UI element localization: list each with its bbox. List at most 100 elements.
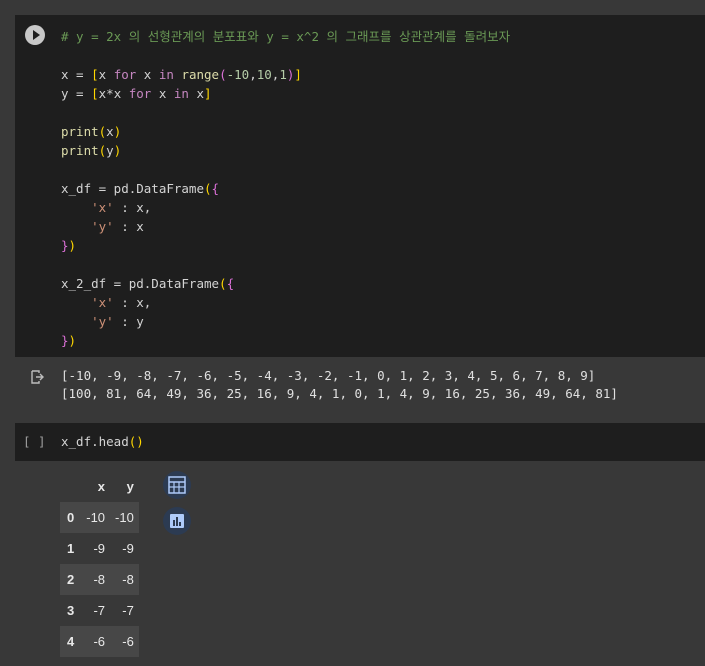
code-token: {: [211, 181, 220, 196]
code-token: ): [113, 143, 122, 158]
row-index: 4: [67, 634, 75, 649]
code-token: 'y': [91, 314, 114, 329]
code-token: ): [68, 238, 77, 253]
code-token: x =: [61, 67, 92, 82]
suggest-charts-button[interactable]: [163, 507, 191, 535]
cell-y: -7: [122, 603, 134, 618]
code-text: x_df.head: [61, 434, 129, 449]
code-token: ,: [249, 67, 257, 82]
code-token: 10: [256, 67, 272, 82]
code-cell-1[interactable]: # y = 2x 의 선형관계의 분포표와 y = x^2 의 그래프를 상관관…: [15, 15, 705, 357]
code-token: (: [204, 181, 212, 196]
row-index: 2: [67, 572, 75, 587]
table-icon: [168, 476, 186, 494]
code-token: : x: [113, 219, 144, 234]
code-token: # y = 2x 의 선형관계의 분포표와 y = x^2 의 그래프를 상관관…: [61, 29, 511, 44]
cell-x: -10: [86, 510, 106, 525]
code-token: x_2_df = pd.DataFrame: [61, 276, 220, 291]
code-token: print: [61, 143, 99, 158]
code-token: in: [158, 67, 174, 82]
index-header: [60, 471, 82, 502]
code-token: y =: [61, 86, 92, 101]
table-header-row: x y: [60, 471, 139, 502]
code-token: (: [219, 67, 227, 82]
code-token: in: [173, 86, 189, 101]
code-line: 'x' : x,: [61, 198, 510, 217]
code-token: : x,: [113, 295, 152, 310]
code-token: x*x: [98, 86, 129, 101]
code-token: [: [91, 67, 99, 82]
code-line: x_2_df = pd.DataFrame({: [61, 274, 510, 293]
table-row: 1 -9 -9: [60, 533, 139, 564]
convert-to-interactive-table-button[interactable]: [163, 471, 191, 499]
code-token: 'y': [91, 219, 114, 234]
code-editor-2[interactable]: x_df.head(): [61, 434, 144, 449]
cell-x: -6: [93, 634, 106, 649]
cell-y: -10: [115, 510, 134, 525]
code-token: for: [128, 86, 152, 101]
code-token: {: [226, 276, 235, 291]
cell-output: [-10, -9, -8, -7, -6, -5, -4, -3, -2, -1…: [15, 360, 705, 420]
row-index: 3: [67, 603, 75, 618]
bar-chart-icon: [170, 514, 184, 528]
code-token: ]: [294, 67, 302, 82]
cell-execution-bracket[interactable]: [ ]: [23, 434, 46, 449]
code-line: }): [61, 331, 510, 350]
code-token: ): [113, 124, 122, 139]
code-token: 'x': [91, 295, 114, 310]
dataframe-table: x y 0 -10 -10 1 -9 -9 2 -8 -8 3 -7 -7 4 -6 -6: [60, 471, 139, 657]
code-token: x_df = pd.DataFrame: [61, 181, 204, 196]
output-text: [-10, -9, -8, -7, -6, -5, -4, -3, -2, -1…: [61, 367, 618, 403]
cell-y: -6: [122, 634, 134, 649]
cell-y: -9: [122, 541, 134, 556]
code-line: x_df = pd.DataFrame({: [61, 179, 510, 198]
cell-x: -7: [93, 603, 106, 618]
output-redirect-icon[interactable]: [30, 370, 44, 384]
code-token: 'x': [91, 200, 114, 215]
cell-x: -9: [93, 541, 106, 556]
code-token: for: [113, 67, 137, 82]
code-editor[interactable]: # y = 2x 의 선형관계의 분포표와 y = x^2 의 그래프를 상관관…: [61, 27, 510, 350]
code-line: x = [x for x in range(-10,10,1)]: [61, 65, 510, 84]
run-cell-button[interactable]: [25, 25, 45, 45]
code-token: print: [61, 124, 99, 139]
output-line-1: [-10, -9, -8, -7, -6, -5, -4, -3, -2, -1…: [61, 368, 596, 383]
code-line: 'y' : y: [61, 312, 510, 331]
code-line: }): [61, 236, 510, 255]
column-header-x: x: [81, 471, 111, 502]
code-token: 1: [279, 67, 287, 82]
code-token: (: [219, 276, 227, 291]
output-line-2: [100, 81, 64, 49, 36, 25, 16, 9, 4, 1, 0…: [61, 386, 618, 401]
column-header-y: y: [110, 471, 139, 502]
code-token: : y: [113, 314, 144, 329]
code-token: }: [61, 333, 69, 348]
code-token: -10: [226, 67, 250, 82]
code-line: print(y): [61, 141, 510, 160]
code-token: ): [68, 333, 77, 348]
row-index: 1: [67, 541, 75, 556]
cell-y: -8: [122, 572, 134, 587]
row-index: 0: [67, 510, 75, 525]
code-line: 'y' : x: [61, 217, 510, 236]
code-line: # y = 2x 의 선형관계의 분포표와 y = x^2 의 그래프를 상관관…: [61, 27, 510, 46]
code-cell-2[interactable]: [ ] x_df.head(): [15, 423, 705, 461]
code-line: y = [x*x for x in x]: [61, 84, 510, 103]
code-token: ]: [204, 86, 212, 101]
cell-x: -8: [93, 572, 106, 587]
code-token: x: [106, 124, 114, 139]
code-token: range: [181, 67, 220, 82]
code-token: }: [61, 238, 69, 253]
table-row: 3 -7 -7: [60, 595, 139, 626]
code-paren-close: ): [136, 434, 144, 449]
code-token: x: [151, 86, 174, 101]
table-row: 4 -6 -6: [60, 626, 139, 657]
code-token: x: [136, 67, 159, 82]
table-row: 2 -8 -8: [60, 564, 139, 595]
code-line: 'x' : x,: [61, 293, 510, 312]
